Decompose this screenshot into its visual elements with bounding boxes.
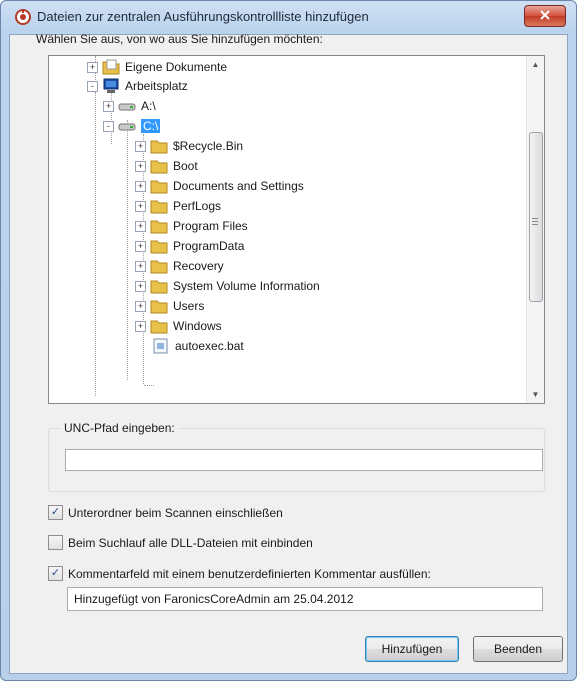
tree-item-label: Documents and Settings [173, 179, 304, 193]
folder-icon [150, 180, 168, 194]
folder-icon [150, 300, 168, 314]
expand-toggle[interactable]: + [135, 140, 146, 152]
unc-path-input[interactable] [65, 449, 543, 471]
tree-item-label: Users [173, 299, 205, 313]
close-button[interactable] [524, 5, 566, 27]
fill-comment-option[interactable]: ✓ Kommentarfeld mit einem benutzerdefini… [48, 566, 431, 581]
close-dialog-button[interactable]: Beenden [473, 636, 563, 662]
tree-item-documents-and-settings[interactable]: + Documents and Settings [135, 177, 304, 195]
tree-item-label: A:\ [141, 99, 156, 113]
tree-item-label: PerfLogs [173, 199, 222, 213]
close-dialog-button-label: Beenden [493, 642, 543, 656]
dialog-window: Dateien zur zentralen Ausführungskontrol… [0, 0, 577, 681]
tree-item-system-volume-information[interactable]: + System Volume Information [135, 277, 320, 295]
location-prompt: Wählen Sie aus, von wo aus Sie hinzufüge… [36, 32, 323, 46]
tree-item-label: System Volume Information [173, 279, 320, 293]
tree-item-programdata[interactable]: + ProgramData [135, 237, 244, 255]
tree-item-autoexec-bat[interactable]: autoexec.bat [152, 337, 244, 355]
collapse-toggle[interactable]: - [87, 80, 98, 92]
tree-item-label: Recovery [173, 259, 224, 273]
drive-icon [118, 103, 136, 111]
add-button-label: Hinzufügen [381, 642, 443, 656]
folder-icon [150, 200, 168, 214]
folder-tree[interactable]: + Eigene Dokumente - Arbeitsplatz + A:\ … [48, 55, 545, 404]
collapse-toggle[interactable]: - [103, 120, 114, 132]
folder-icon [150, 240, 168, 254]
expand-toggle[interactable]: + [103, 100, 114, 112]
expand-toggle[interactable]: + [135, 320, 146, 332]
tree-item-windows[interactable]: + Windows [135, 317, 222, 335]
expand-toggle[interactable]: + [135, 180, 146, 192]
folder-icon [150, 220, 168, 234]
tree-item-label: Program Files [173, 219, 248, 233]
tree-item-drive-c[interactable]: - C:\ [103, 117, 161, 135]
drive-icon [118, 123, 136, 131]
folder-icon [150, 160, 168, 174]
tree-scrollbar[interactable]: ▲ ▼ [526, 56, 544, 403]
include-dll-checkbox[interactable] [48, 535, 63, 550]
app-icon [15, 9, 31, 25]
expand-toggle[interactable]: + [135, 220, 146, 232]
expand-toggle[interactable]: + [135, 280, 146, 292]
fill-comment-checkbox[interactable]: ✓ [48, 566, 63, 581]
file-icon [153, 338, 168, 354]
include-subfolders-label: Unterordner beim Scannen einschließen [68, 505, 283, 520]
computer-icon [103, 78, 119, 93]
tree-item-recovery[interactable]: + Recovery [135, 257, 224, 275]
tree-item-label: Boot [173, 159, 198, 173]
expand-toggle[interactable]: + [135, 240, 146, 252]
tree-item-drive-a[interactable]: + A:\ [103, 97, 156, 115]
tree-item-label: $Recycle.Bin [173, 139, 244, 153]
expand-toggle[interactable]: + [135, 260, 146, 272]
tree-item-recycle-bin[interactable]: + $Recycle.Bin [135, 137, 243, 155]
folder-icon [102, 59, 120, 75]
tree-item-label: ProgramData [173, 239, 245, 253]
tree-item-label-selected: C:\ [141, 119, 161, 133]
title-bar[interactable]: Dateien zur zentralen Ausführungskontrol… [1, 1, 576, 33]
add-button[interactable]: Hinzufügen [365, 636, 459, 662]
fill-comment-label: Kommentarfeld mit einem benutzerdefinier… [68, 566, 431, 581]
folder-icon [150, 140, 168, 154]
expand-toggle[interactable]: + [135, 160, 146, 172]
grip-icon [532, 216, 538, 227]
tree-item-program-files[interactable]: + Program Files [135, 217, 248, 235]
folder-icon [150, 320, 168, 334]
expand-toggle[interactable]: + [135, 300, 146, 312]
tree-item-label: Arbeitsplatz [125, 79, 188, 93]
include-subfolders-option[interactable]: ✓ Unterordner beim Scannen einschließen [48, 505, 283, 520]
scroll-up-arrow-icon[interactable]: ▲ [527, 56, 544, 73]
close-icon [540, 9, 550, 23]
window-title: Dateien zur zentralen Ausführungskontrol… [37, 9, 369, 24]
tree-item-label: autoexec.bat [175, 339, 244, 353]
folder-icon [150, 280, 168, 294]
tree-item-arbeitsplatz[interactable]: - Arbeitsplatz [87, 77, 188, 95]
include-subfolders-checkbox[interactable]: ✓ [48, 505, 63, 520]
folder-icon [150, 260, 168, 274]
tree-item-label: Eigene Dokumente [125, 60, 228, 74]
tree-item-users[interactable]: + Users [135, 297, 204, 315]
expand-toggle[interactable]: + [87, 61, 98, 73]
tree-item-boot[interactable]: + Boot [135, 157, 198, 175]
tree-item-perflogs[interactable]: + PerfLogs [135, 197, 221, 215]
include-dll-option[interactable]: Beim Suchlauf alle DLL-Dateien mit einbi… [48, 535, 313, 550]
tree-item-eigene-dokumente[interactable]: + Eigene Dokumente [87, 58, 227, 76]
unc-caption: UNC-Pfad eingeben: [61, 421, 178, 435]
expand-toggle[interactable]: + [135, 200, 146, 212]
tree-item-label: Windows [173, 319, 222, 333]
unc-group: UNC-Pfad eingeben: [48, 421, 545, 492]
comment-input[interactable] [67, 587, 543, 611]
scroll-down-arrow-icon[interactable]: ▼ [527, 386, 544, 403]
include-dll-label: Beim Suchlauf alle DLL-Dateien mit einbi… [68, 535, 313, 550]
